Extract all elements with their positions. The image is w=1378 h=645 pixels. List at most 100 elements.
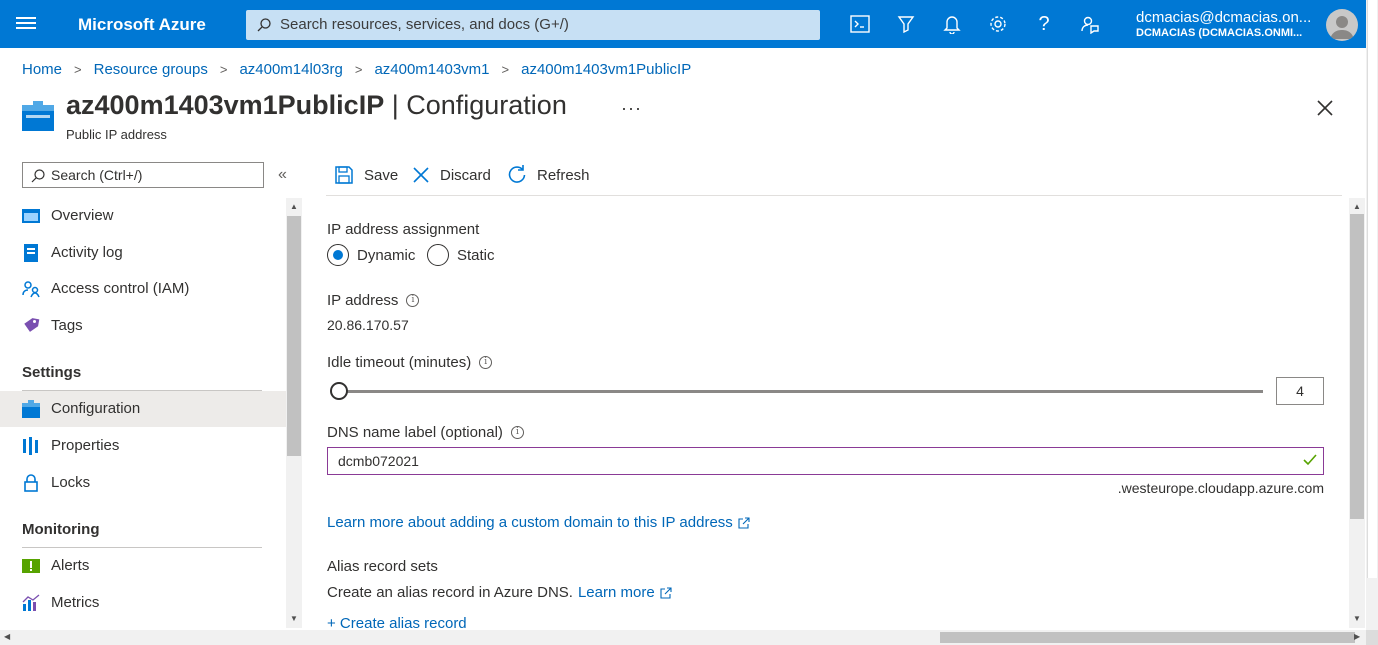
save-icon [335,166,353,184]
create-alias-record-button[interactable]: + Create alias record [327,615,467,628]
ip-address-label-row: IP address i [327,292,420,309]
configuration-form: IP address assignment Dynamic Static IP … [326,198,1346,628]
chevron-right-icon: > [74,62,82,77]
radio-static-circle[interactable] [427,244,449,266]
breadcrumb-resource-groups[interactable]: Resource groups [94,61,208,78]
radio-static[interactable]: Static [427,244,495,266]
external-link-icon [738,516,750,529]
breadcrumb: Home > Resource groups > az400m14l03rg >… [22,61,691,78]
nav-item-alerts[interactable]: Alerts [0,548,286,584]
radio-dynamic[interactable]: Dynamic [327,244,415,266]
discard-label: Discard [440,166,491,184]
nav-item-access-control[interactable]: Access control (IAM) [0,271,286,307]
nav-scrollbar[interactable]: ▲ ▼ [286,198,302,628]
notifications-bell-icon[interactable] [940,12,964,36]
info-icon[interactable]: i [510,426,524,439]
scroll-right-arrow-icon[interactable]: ▶ [1354,632,1360,641]
blade-name: | Configuration [391,90,567,120]
horizontal-scrollbar-thumb[interactable] [940,632,1355,643]
collapse-nav-icon[interactable]: « [278,166,287,184]
scroll-up-arrow-icon[interactable]: ▲ [1353,202,1361,211]
idle-timeout-input[interactable]: 4 [1276,377,1324,405]
dns-suffix: .westeurope.cloudapp.azure.com [1117,480,1324,496]
scroll-up-arrow-icon[interactable]: ▲ [290,202,298,211]
alias-text: Create an alias record in Azure DNS. [327,584,573,601]
external-link-icon [660,586,672,599]
alias-learn-more-link[interactable]: Learn more [578,584,655,601]
horizontal-scrollbar[interactable]: ◀ ▶ [0,630,1378,645]
chevron-right-icon: > [501,62,510,77]
content-scrollbar[interactable]: ▲ ▼ [1349,198,1365,628]
cloud-shell-icon[interactable] [848,12,872,36]
nav-item-properties[interactable]: Properties [0,428,286,464]
page-scrollbar-thumb[interactable] [1367,0,1377,578]
alias-heading: Alias record sets [327,558,438,575]
brand-title[interactable]: Microsoft Azure [78,15,206,35]
ip-address-label: IP address [327,292,399,309]
dns-label-row: DNS name label (optional) i [327,424,524,441]
metrics-icon [22,594,40,612]
configuration-icon [22,400,40,418]
lock-icon [22,474,40,492]
scroll-down-arrow-icon[interactable]: ▼ [290,614,298,623]
idle-timeout-slider-track[interactable] [338,390,1263,393]
dns-label: DNS name label (optional) [327,424,503,441]
breadcrumb-vm[interactable]: az400m1403vm1 [374,61,489,78]
nav-item-activity-log[interactable]: Activity log [0,235,286,271]
idle-timeout-label: Idle timeout (minutes) [327,354,472,371]
dns-name-input[interactable]: dcmb072021 [327,447,1324,475]
nav-item-overview[interactable]: Overview [0,198,286,234]
account-tenant: DCMACIAS (DCMACIAS.ONMI... [1136,27,1303,39]
nav-item-configuration[interactable]: Configuration [0,391,286,427]
nav-item-tags[interactable]: Tags [0,308,286,344]
nav-item-locks[interactable]: Locks [0,465,286,501]
custom-domain-link[interactable]: Learn more about adding a custom domain … [327,514,750,531]
help-icon[interactable]: ? [1032,12,1056,36]
info-icon[interactable]: i [406,294,420,307]
scroll-down-arrow-icon[interactable]: ▼ [1353,614,1361,623]
radio-dynamic-circle[interactable] [327,244,349,266]
refresh-icon [508,165,526,183]
save-label: Save [364,166,399,184]
info-icon[interactable]: i [479,356,493,369]
assignment-label: IP address assignment [327,221,480,238]
save-button[interactable]: Save [334,164,398,186]
directory-filter-icon[interactable] [894,12,918,36]
nav-section-settings: Settings [22,364,82,381]
more-options-icon[interactable]: ··· [621,98,642,119]
resource-name: az400m1403vm1PublicIP [66,90,385,120]
discard-button[interactable]: Discard [412,164,491,186]
scroll-left-arrow-icon[interactable]: ◀ [4,632,10,641]
radio-static-label: Static [457,246,495,264]
top-bar: Microsoft Azure Search resources, servic… [0,0,1366,48]
resource-type: Public IP address [66,127,167,142]
global-search-input[interactable]: Search resources, services, and docs (G+… [246,10,820,40]
account-email: dcmacias@dcmacias.on... [1136,9,1312,26]
idle-timeout-slider-thumb[interactable] [330,382,348,400]
breadcrumb-home[interactable]: Home [22,61,62,78]
content-scrollbar-thumb[interactable] [1350,214,1364,519]
nav-search-input[interactable]: Search (Ctrl+/) [22,162,264,188]
idle-timeout-label-row: Idle timeout (minutes) i [327,354,493,371]
page-scrollbar[interactable] [1366,0,1378,645]
nav-scrollbar-thumb[interactable] [287,216,301,456]
ip-address-value: 20.86.170.57 [327,317,409,333]
chevron-right-icon: > [219,62,228,77]
properties-icon [22,437,40,455]
close-icon[interactable] [1314,97,1336,119]
breadcrumb-public-ip[interactable]: az400m1403vm1PublicIP [521,61,691,78]
refresh-button[interactable]: Refresh [507,164,590,186]
global-search-placeholder: Search resources, services, and docs (G+… [280,16,569,33]
nav-item-metrics[interactable]: Metrics [0,585,286,621]
account-info[interactable]: dcmacias@dcmacias.on... DCMACIAS (DCMACI… [1136,9,1311,39]
feedback-icon[interactable] [1078,12,1102,36]
avatar[interactable] [1326,9,1358,41]
breadcrumb-resource-group[interactable]: az400m14l03rg [239,61,342,78]
command-bar: Save Discard Refresh [326,160,1342,196]
tag-icon [22,317,40,335]
settings-gear-icon[interactable] [986,12,1010,36]
nav-search-placeholder: Search (Ctrl+/) [51,167,143,183]
refresh-label: Refresh [537,166,590,184]
hamburger-menu-icon[interactable] [16,14,36,34]
scrollbar-corner [1366,630,1378,645]
